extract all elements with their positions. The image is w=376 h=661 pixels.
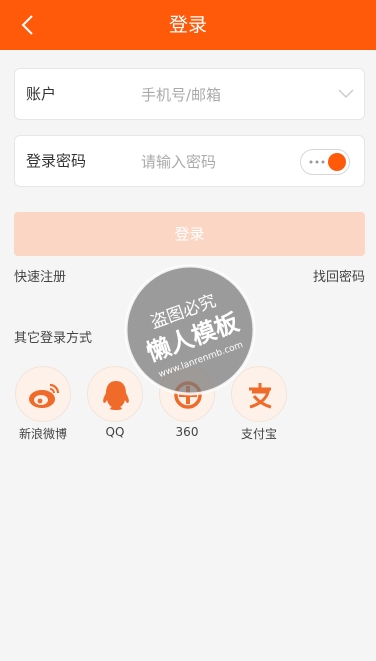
account-label: 账户 (26, 85, 57, 103)
dots-icon (309, 160, 325, 164)
weibo-icon (29, 383, 60, 408)
360-label: 360 (175, 425, 199, 439)
other-login-title: 其它登录方式 (14, 331, 93, 346)
show-password-toggle[interactable] (300, 149, 350, 175)
qq-label: QQ (105, 425, 125, 439)
chevron-down-icon[interactable] (338, 87, 354, 99)
account-input[interactable] (141, 83, 311, 107)
watermark-logo: 盗图必究 懒人模板 www.lanrenmb.com (124, 264, 256, 396)
weibo-button[interactable] (15, 366, 71, 422)
weibo-label: 新浪微博 (18, 427, 67, 441)
toggle-knob (328, 153, 346, 171)
page-title: 登录 (168, 14, 207, 36)
weibo-login[interactable]: 新浪微博 (13, 366, 73, 442)
login-button[interactable]: 登录 (14, 212, 365, 256)
password-input[interactable] (141, 150, 311, 174)
account-row: 账户 (14, 68, 365, 120)
password-label: 登录密码 (26, 152, 87, 170)
register-link[interactable]: 快速注册 (14, 266, 66, 285)
app-header: 登录 (0, 0, 376, 50)
alipay-label: 支付宝 (240, 427, 277, 441)
password-row: 登录密码 (14, 135, 365, 187)
forgot-password-link[interactable]: 找回密码 (313, 266, 365, 285)
